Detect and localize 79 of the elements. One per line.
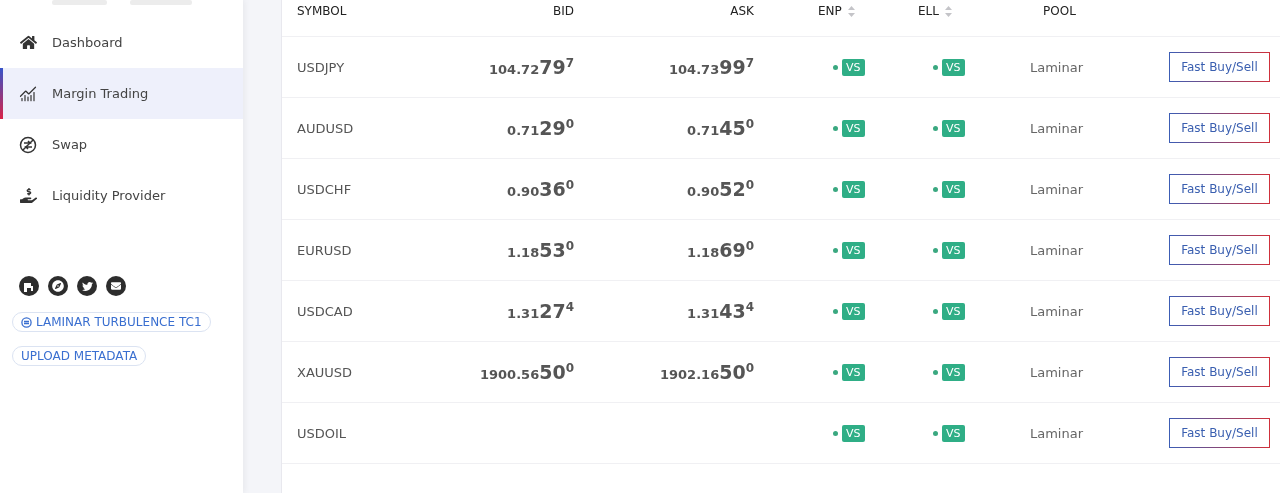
price-text: 0.9052$^{0}$ [687, 178, 754, 200]
column-header: ASK [730, 4, 754, 18]
column-header: SYMBOL [297, 4, 347, 18]
vs-tag: VS [842, 424, 865, 442]
status-dot [933, 125, 938, 131]
status-dot [833, 247, 838, 253]
network-icon [21, 316, 32, 328]
status-dot [933, 430, 938, 436]
pool-text: Laminar [1029, 242, 1085, 258]
mail-link-icon[interactable] [106, 276, 126, 296]
symbol-text: USDJPY [297, 59, 346, 75]
price-text: 0.7129$^{0}$ [507, 117, 574, 139]
vs-tag: VS [942, 119, 965, 137]
fast-buy-sell-button[interactable]: Fast Buy/Sell [1169, 418, 1270, 448]
symbol-text: EURUSD [297, 242, 353, 258]
status-dot [933, 247, 938, 253]
column-header[interactable]: ELL [918, 4, 952, 18]
price-text: 1900.5650$^{0}$ [479, 361, 574, 383]
vs-tag: VS [842, 180, 865, 198]
fast-buy-sell-button[interactable]: Fast Buy/Sell [1169, 357, 1270, 387]
status-dot [833, 186, 838, 192]
compass-link-icon[interactable] [48, 276, 68, 296]
fast-buy-sell-button[interactable]: Fast Buy/Sell [1169, 296, 1270, 326]
swap-icon [19, 135, 37, 154]
status-dot [833, 64, 838, 70]
vs-tag: VS [942, 363, 965, 381]
price-text: 1.1869$^{0}$ [687, 239, 754, 261]
fast-buy-sell-button[interactable]: Fast Buy/Sell [1169, 174, 1270, 204]
home-icon [19, 34, 37, 51]
pool-text: Laminar [1029, 120, 1085, 136]
status-dot [833, 308, 838, 314]
column-header[interactable]: ENP [754, 4, 855, 18]
chart-icon [19, 84, 37, 103]
sidebar-item[interactable]: Margin Trading [0, 68, 243, 119]
twitter-link-icon[interactable] [77, 276, 97, 296]
status-dot [833, 125, 838, 131]
status-dot [933, 369, 938, 375]
sidebar-item[interactable]: Swap [0, 119, 243, 170]
column-header: POOL [1042, 4, 1076, 18]
column-header: BID [553, 4, 574, 18]
price-text: 1.1853$^{0}$ [507, 239, 574, 261]
vs-tag: VS [942, 241, 965, 259]
fast-buy-sell-button[interactable]: Fast Buy/Sell [1169, 113, 1270, 143]
symbol-text: USDCAD [297, 303, 354, 319]
vs-tag: VS [842, 363, 865, 381]
sidebar-item[interactable]: Liquidity Provider [0, 170, 243, 221]
status-dot [933, 64, 938, 70]
symbol-text: AUDUSD [297, 120, 355, 136]
fast-buy-sell-button[interactable]: Fast Buy/Sell [1169, 235, 1270, 265]
pool-text: Laminar [1029, 364, 1085, 380]
pool-text: Laminar [1029, 425, 1085, 441]
vs-tag: VS [842, 58, 865, 76]
sidebar-item[interactable]: Dashboard [0, 17, 243, 68]
pool-text: Laminar [1029, 181, 1085, 197]
vs-tag: VS [842, 119, 865, 137]
symbol-text: XAUUSD [297, 364, 354, 380]
vs-tag: VS [942, 424, 965, 442]
price-text: 104.7399$^{7}$ [669, 56, 754, 78]
price-text: 1902.1650$^{0}$ [659, 361, 754, 383]
price-text: 1.3143$^{4}$ [687, 300, 754, 322]
vs-tag: VS [942, 58, 965, 76]
pool-text: Laminar [1029, 59, 1085, 75]
price-text: 0.7145$^{0}$ [687, 117, 754, 139]
price-text: 1.3127$^{4}$ [507, 300, 574, 322]
symbol-text: USDOIL [297, 425, 348, 441]
status-dot [833, 430, 838, 436]
status-dot [933, 186, 938, 192]
vs-tag: VS [842, 241, 865, 259]
status-dot [833, 369, 838, 375]
vs-tag: VS [942, 180, 965, 198]
price-text: 0.9036$^{0}$ [507, 178, 574, 200]
price-text: 104.7279$^{7}$ [489, 56, 574, 78]
fast-buy-sell-button[interactable]: Fast Buy/Sell [1169, 52, 1270, 82]
vs-tag: VS [942, 302, 965, 320]
symbol-text: USDCHF [297, 181, 353, 197]
vs-tag: VS [842, 302, 865, 320]
pool-text: Laminar [1029, 303, 1085, 319]
status-dot [933, 308, 938, 314]
hand-coin-icon [19, 187, 37, 204]
